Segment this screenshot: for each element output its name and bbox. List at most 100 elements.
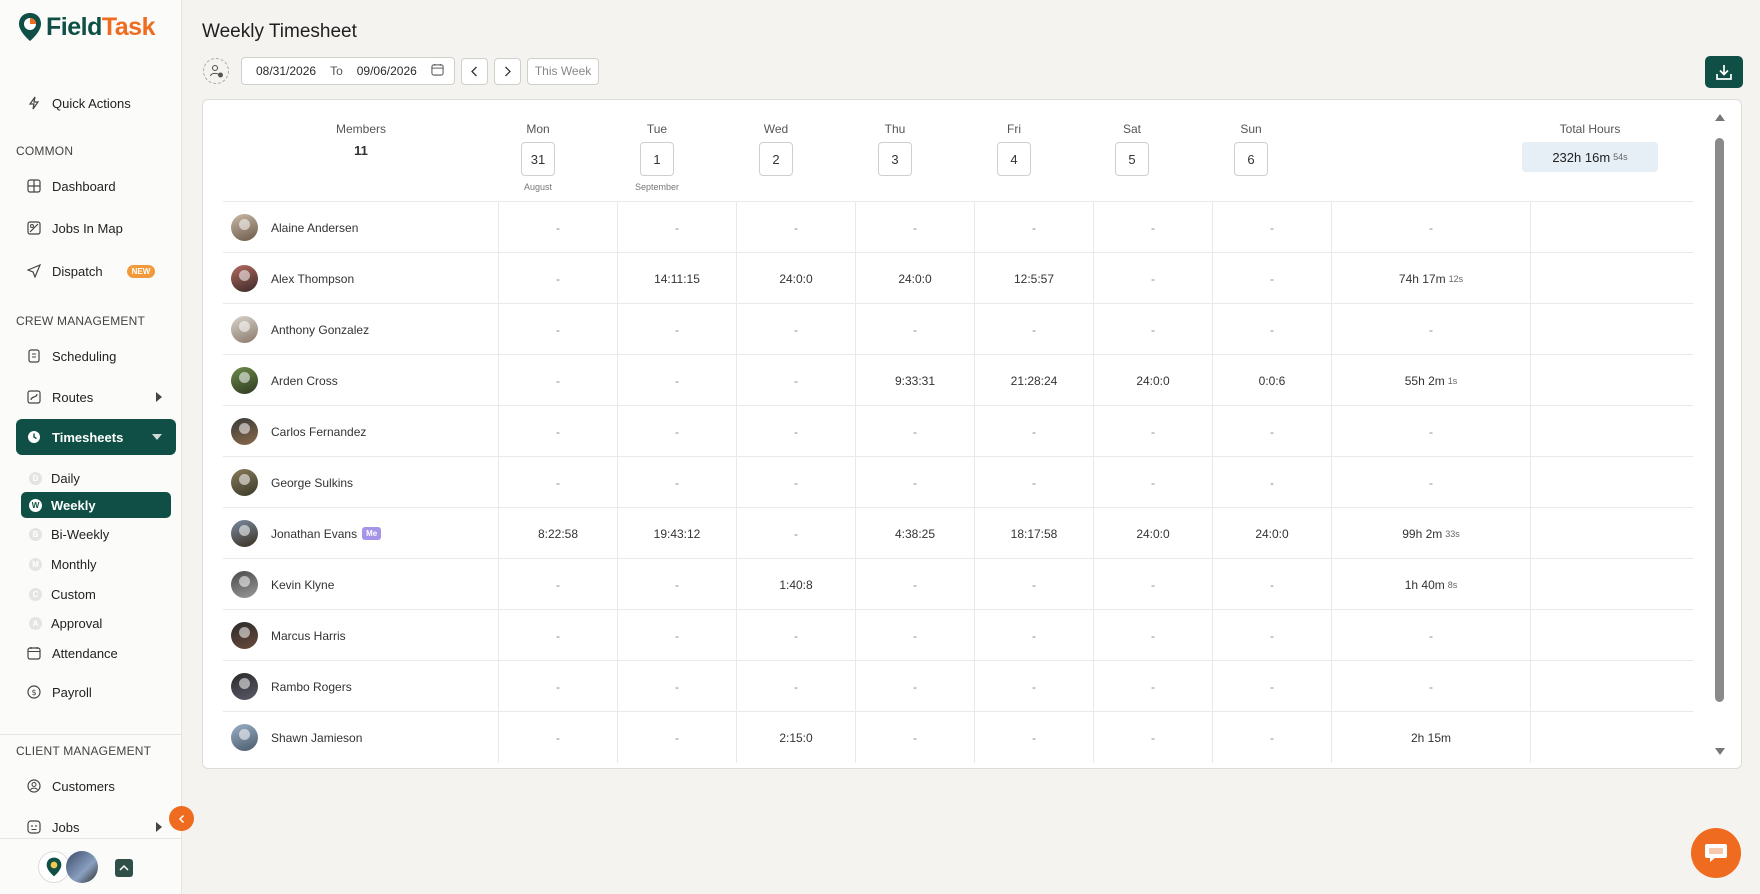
table-row[interactable]: Alaine Andersen - - - - - - - - [223, 201, 1693, 253]
time-cell[interactable]: 24:0:0 [1212, 508, 1331, 559]
member-name[interactable]: Kevin Klyne [271, 578, 334, 592]
time-cell[interactable]: 9:33:31 [855, 355, 974, 406]
day-number[interactable]: 6 [1234, 142, 1268, 176]
table-row[interactable]: Alex Thompson -14:11:15 24:0:0 24:0:0 12:5:5… [223, 252, 1693, 304]
table-row[interactable]: Jonathan Evans Me 8:22:58 19:43:12-4:38:25 1… [223, 507, 1693, 559]
time-cell[interactable]: - [974, 610, 1093, 661]
time-cell[interactable]: 8:22:58 [498, 508, 617, 559]
chevron-up-icon[interactable] [115, 859, 133, 877]
time-cell[interactable]: 12:5:57 [974, 253, 1093, 304]
day-number[interactable]: 3 [878, 142, 912, 176]
time-cell[interactable]: - [1212, 712, 1331, 763]
day-number[interactable]: 2 [759, 142, 793, 176]
chat-button[interactable] [1691, 828, 1741, 878]
time-cell[interactable]: - [498, 610, 617, 661]
time-cell[interactable]: - [736, 610, 855, 661]
time-cell[interactable]: 0:0:6 [1212, 355, 1331, 406]
member-name[interactable]: Rambo Rogers [271, 680, 352, 694]
subnav-monthly[interactable]: M Monthly [21, 551, 171, 577]
table-row[interactable]: Kevin Klyne - -1:40:8- - - -1h 40m 8s [223, 558, 1693, 610]
time-cell[interactable]: - [1212, 559, 1331, 610]
time-cell[interactable]: - [974, 202, 1093, 253]
subnav-bi-weekly[interactable]: B Bi-Weekly [21, 521, 171, 547]
day-number[interactable]: 5 [1115, 142, 1149, 176]
time-cell[interactable]: - [498, 406, 617, 457]
table-row[interactable]: Anthony Gonzalez - - - - - - - - [223, 303, 1693, 355]
user-avatar[interactable] [66, 851, 98, 883]
time-cell[interactable]: - [1093, 712, 1212, 763]
time-cell[interactable]: - [855, 406, 974, 457]
time-cell[interactable]: - [498, 559, 617, 610]
date-range-picker[interactable]: 08/31/2026 To 09/06/2026 [241, 57, 455, 85]
collapse-sidebar-button[interactable] [169, 806, 194, 831]
time-cell[interactable]: 18:17:58 [974, 508, 1093, 559]
time-cell[interactable]: - [1093, 304, 1212, 355]
time-cell[interactable]: - [498, 661, 617, 712]
brand-logo[interactable]: FieldTask [18, 12, 155, 42]
subnav-daily[interactable]: D Daily [21, 465, 171, 491]
time-cell[interactable]: - [855, 304, 974, 355]
nav-timesheets[interactable]: Timesheets [16, 419, 176, 455]
time-cell[interactable]: 1:40:8 [736, 559, 855, 610]
table-row[interactable]: Carlos Fernandez - - - - - - - - [223, 405, 1693, 457]
nav-customers[interactable]: Customers [16, 769, 176, 803]
member-cell[interactable]: George Sulkins [223, 457, 537, 508]
table-row[interactable]: Shawn Jamieson - -2:15:0- - - -2h 15m [223, 711, 1693, 763]
time-cell[interactable]: 14:11:15 [617, 253, 736, 304]
date-from[interactable]: 08/31/2026 [256, 64, 316, 78]
member-cell[interactable]: Kevin Klyne [223, 559, 537, 610]
time-cell[interactable]: - [498, 202, 617, 253]
time-cell[interactable]: - [1093, 457, 1212, 508]
table-row[interactable]: George Sulkins - - - - - - - - [223, 456, 1693, 508]
time-cell[interactable]: - [974, 457, 1093, 508]
time-cell[interactable]: - [736, 457, 855, 508]
member-name[interactable]: Jonathan Evans [271, 527, 357, 541]
time-cell[interactable]: 24:0:0 [1093, 355, 1212, 406]
time-cell[interactable]: - [498, 253, 617, 304]
time-cell[interactable]: - [617, 406, 736, 457]
next-week-button[interactable] [493, 57, 521, 85]
time-cell[interactable]: - [855, 202, 974, 253]
day-number[interactable]: 31 [521, 142, 555, 176]
day-number[interactable]: 1 [640, 142, 674, 176]
time-cell[interactable]: - [1212, 406, 1331, 457]
time-cell[interactable]: - [974, 406, 1093, 457]
time-cell[interactable]: - [617, 610, 736, 661]
subnav-custom[interactable]: C Custom [21, 581, 171, 607]
time-cell[interactable]: - [1212, 457, 1331, 508]
time-cell[interactable]: - [617, 661, 736, 712]
time-cell[interactable]: - [736, 355, 855, 406]
this-week-button[interactable]: This Week [526, 57, 600, 85]
time-cell[interactable]: - [1093, 406, 1212, 457]
subnav-weekly[interactable]: W Weekly [21, 492, 171, 518]
time-cell[interactable]: - [1212, 610, 1331, 661]
time-cell[interactable]: - [498, 457, 617, 508]
time-cell[interactable]: - [974, 712, 1093, 763]
time-cell[interactable]: - [974, 661, 1093, 712]
time-cell[interactable]: - [1212, 661, 1331, 712]
member-cell[interactable]: Shawn Jamieson [223, 712, 537, 763]
scrollbar-thumb[interactable] [1715, 138, 1724, 702]
member-name[interactable]: Marcus Harris [271, 629, 346, 643]
member-name[interactable]: Alaine Andersen [271, 221, 358, 235]
member-cell[interactable]: Alaine Andersen [223, 202, 537, 253]
nav-payroll[interactable]: $ Payroll [16, 675, 176, 709]
time-cell[interactable]: 24:0:0 [736, 253, 855, 304]
member-cell[interactable]: Anthony Gonzalez [223, 304, 537, 355]
time-cell[interactable]: - [736, 661, 855, 712]
time-cell[interactable]: 19:43:12 [617, 508, 736, 559]
member-cell[interactable]: Arden Cross [223, 355, 537, 406]
time-cell[interactable]: - [736, 304, 855, 355]
time-cell[interactable]: - [498, 304, 617, 355]
member-name[interactable]: Shawn Jamieson [271, 731, 362, 745]
member-cell[interactable]: Carlos Fernandez [223, 406, 537, 457]
calendar-icon[interactable] [431, 63, 444, 79]
table-row[interactable]: Marcus Harris - - - - - - - - [223, 609, 1693, 661]
time-cell[interactable]: - [855, 610, 974, 661]
scroll-down-arrow-icon[interactable] [1715, 748, 1725, 755]
time-cell[interactable]: - [617, 202, 736, 253]
member-name[interactable]: George Sulkins [271, 476, 353, 490]
member-name[interactable]: Anthony Gonzalez [271, 323, 369, 337]
member-cell[interactable]: Jonathan Evans Me [223, 508, 537, 559]
prev-week-button[interactable] [460, 57, 488, 85]
